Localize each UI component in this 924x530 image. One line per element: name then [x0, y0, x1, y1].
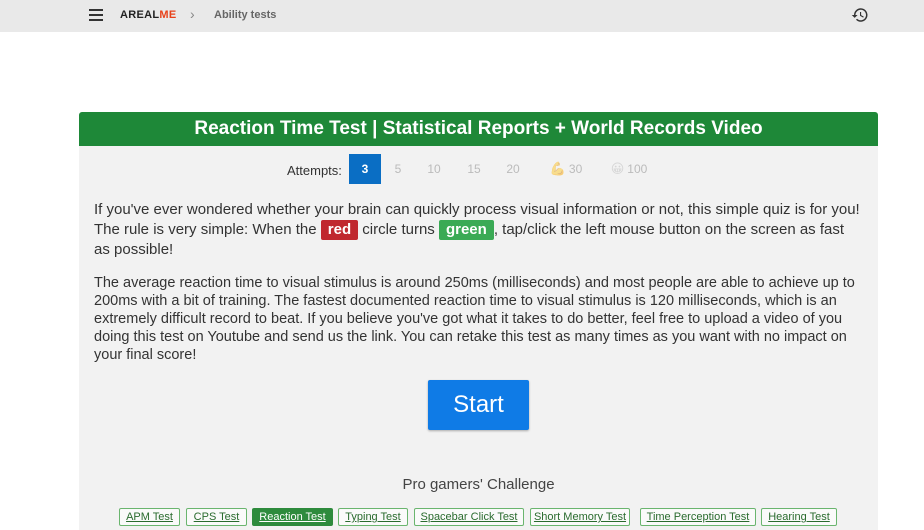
attempts-option-5[interactable]: 5: [387, 154, 409, 184]
attempts-option-30[interactable]: 💪 30: [546, 154, 586, 184]
hamburger-menu-icon[interactable]: [89, 9, 103, 21]
brand-prefix: AREAL: [120, 9, 160, 21]
attempts-selector: Attempts: 3 5 10 15 20 💪 30 😀 100: [79, 154, 878, 184]
test-link-cps[interactable]: CPS Test: [186, 508, 247, 526]
smiley-icon: 😀: [610, 161, 625, 176]
card-title: Reaction Time Test | Statistical Reports…: [79, 112, 878, 146]
attempts-label: Attempts:: [287, 163, 342, 178]
breadcrumb-ability-tests[interactable]: Ability tests: [214, 9, 276, 21]
attempts-option-100-label: 100: [627, 162, 648, 176]
details-paragraph: The average reaction time to visual stim…: [94, 275, 855, 363]
test-link-hearing[interactable]: Hearing Test: [761, 508, 837, 526]
test-link-spacebar[interactable]: Spacebar Click Test: [414, 508, 524, 526]
intro-text-2: circle turns: [358, 221, 439, 238]
attempts-option-100[interactable]: 😀 100: [607, 154, 651, 184]
attempts-option-30-label: 30: [568, 162, 583, 176]
attempts-option-10[interactable]: 10: [421, 154, 447, 184]
breadcrumb-chevron-icon: ›: [190, 6, 195, 22]
start-button[interactable]: Start: [428, 380, 529, 430]
attempts-option-3[interactable]: 3: [349, 154, 381, 184]
test-link-reaction[interactable]: Reaction Test: [252, 508, 333, 526]
green-tag: green: [438, 220, 494, 240]
muscle-icon: 💪: [549, 161, 566, 176]
attempts-option-20[interactable]: 20: [500, 154, 526, 184]
test-link-short-memory[interactable]: Short Memory Test: [530, 508, 630, 526]
test-link-time-perception[interactable]: Time Perception Test: [640, 508, 756, 526]
history-icon[interactable]: [851, 6, 869, 24]
test-link-apm[interactable]: APM Test: [119, 508, 180, 526]
brand-accent: ME: [159, 9, 177, 21]
challenge-title: Pro gamers' Challenge: [402, 476, 555, 493]
intro-paragraph: If you've ever wondered whether your bra…: [94, 200, 864, 260]
top-bar: AREALME › Ability tests: [0, 0, 924, 32]
test-link-typing[interactable]: Typing Test: [338, 508, 408, 526]
reaction-test-card: Reaction Time Test | Statistical Reports…: [79, 112, 878, 530]
red-tag: red: [320, 220, 359, 240]
brand-logo[interactable]: AREALME: [120, 9, 177, 21]
attempts-option-15[interactable]: 15: [461, 154, 487, 184]
